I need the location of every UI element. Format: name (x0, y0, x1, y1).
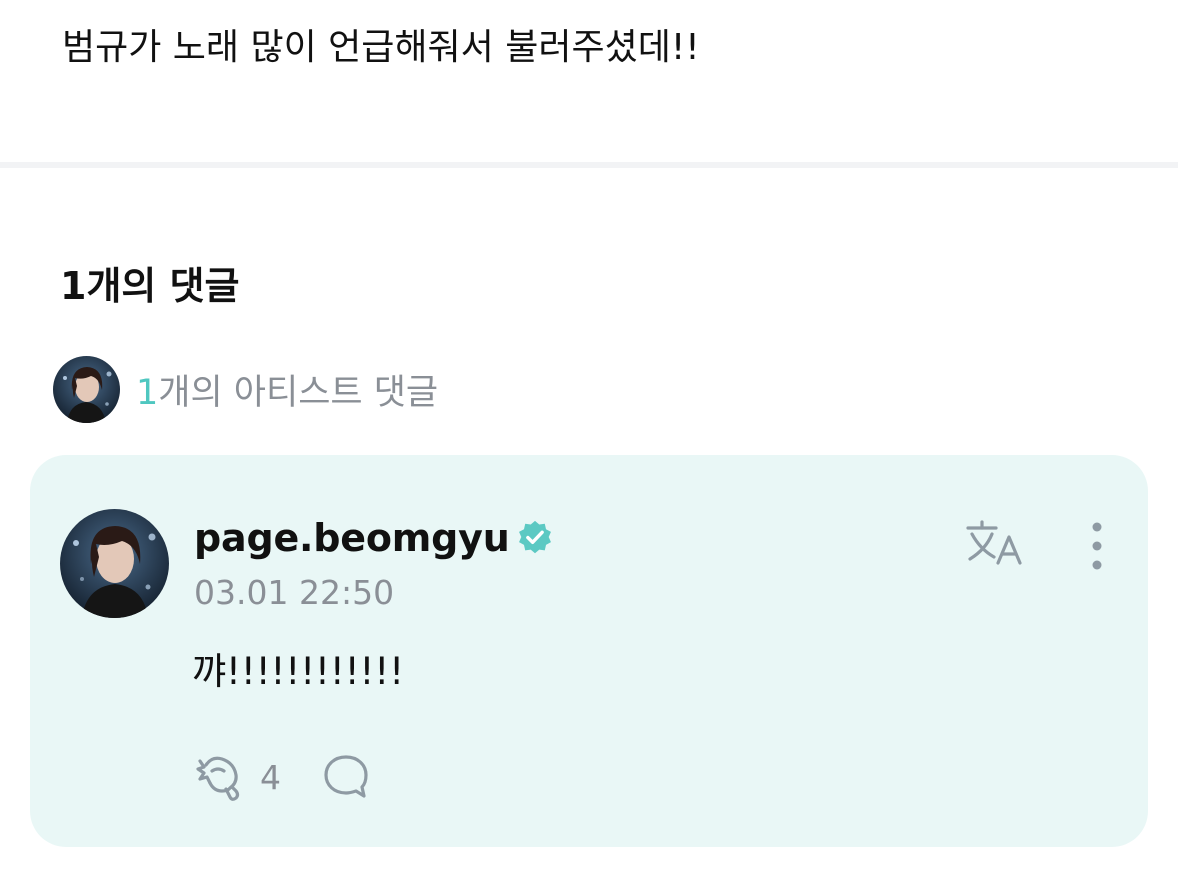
more-options-button[interactable] (1082, 521, 1112, 575)
reply-bubble-icon (324, 755, 368, 798)
commenter-info: page.beomgyu (194, 515, 554, 561)
comment-actions: 4 (190, 751, 372, 803)
verified-badge-icon (518, 520, 551, 554)
comment-count-heading: 1개의 댓글 (60, 264, 240, 308)
comment-timestamp: 03.01 22:50 (194, 573, 395, 612)
artist-comments-text: 개의 아티스트 댓글 (158, 372, 439, 413)
comment-body: 꺄!!!!!!!!!!!! (192, 650, 405, 693)
reply-button[interactable] (320, 751, 372, 803)
post-text: 범규가 노래 많이 언급해줘서 불러주셨데!! (62, 27, 700, 68)
more-vertical-icon (1092, 522, 1102, 570)
section-divider (0, 162, 1178, 168)
reaction-hand-icon (196, 756, 240, 801)
translate-button[interactable] (964, 517, 1028, 569)
commenter-avatar[interactable] (60, 509, 169, 618)
reaction-count: 4 (260, 757, 281, 797)
commenter-username[interactable]: page.beomgyu (194, 516, 510, 560)
artist-comment-card: page.beomgyu 03.01 22:50 꺄!!!!!!!!!!!! 4 (30, 455, 1148, 847)
reaction-button[interactable] (190, 751, 246, 803)
post-page: 범규가 노래 많이 언급해줘서 불러주셨데!! 1개의 댓글 1개의 아티스트 … (0, 0, 1178, 872)
artist-avatar (53, 355, 120, 423)
artist-comments-filter[interactable]: 1개의 아티스트 댓글 (53, 355, 438, 423)
artist-comment-count: 1 (136, 372, 159, 413)
artist-comments-label: 1개의 아티스트 댓글 (136, 364, 438, 415)
translate-icon (966, 520, 1022, 565)
